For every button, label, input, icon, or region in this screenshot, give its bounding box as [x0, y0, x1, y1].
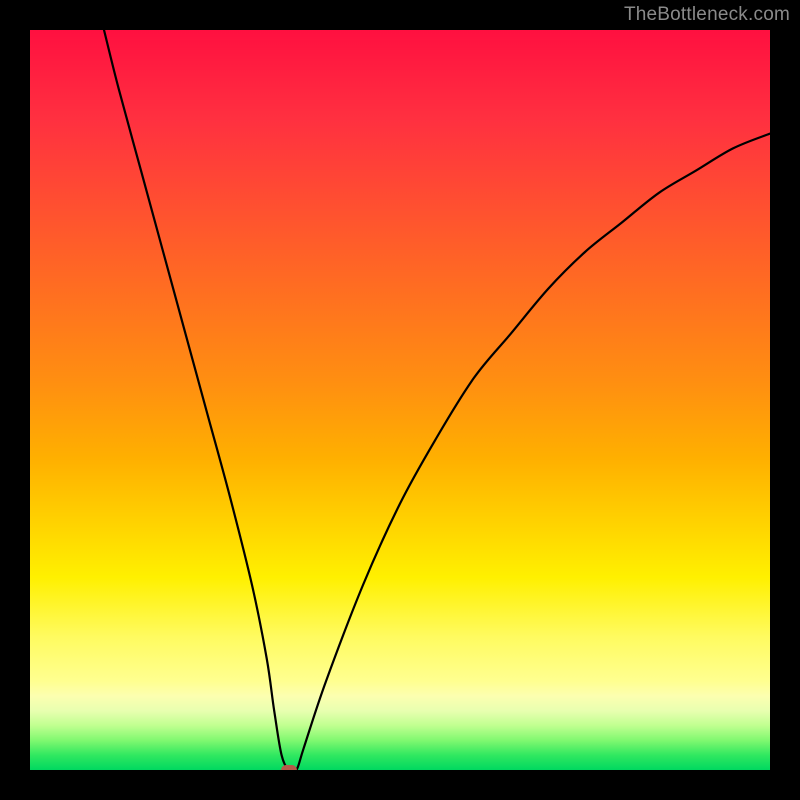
- plot-area: [30, 30, 770, 770]
- optimal-marker: [281, 765, 297, 770]
- chart-frame: TheBottleneck.com: [0, 0, 800, 800]
- watermark-text: TheBottleneck.com: [624, 4, 790, 26]
- bottleneck-curve: [30, 30, 770, 770]
